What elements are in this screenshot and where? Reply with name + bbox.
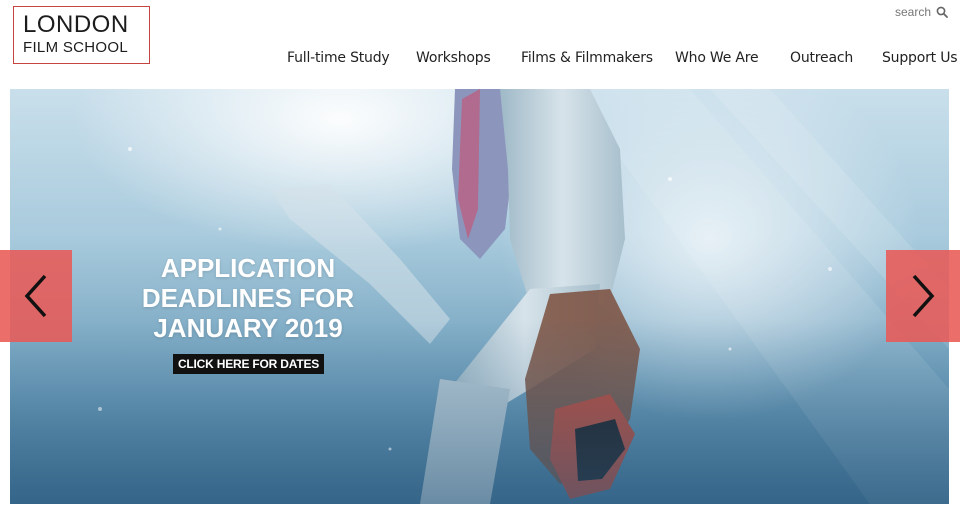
hero-headline: APPLICATION DEADLINES FOR JANUARY 2019	[141, 253, 355, 343]
chevron-left-icon	[24, 274, 47, 318]
nav-item-support-us[interactable]: Support Us	[882, 50, 958, 66]
slider-next-button[interactable]	[886, 250, 960, 342]
logo-line-1: LONDON	[23, 11, 129, 38]
slider-prev-button[interactable]	[0, 250, 72, 342]
search-label: search	[894, 5, 931, 19]
search-button[interactable]: search	[895, 5, 948, 19]
nav-item-outreach[interactable]: Outreach	[790, 50, 853, 66]
nav-item-workshops[interactable]: Workshops	[416, 50, 491, 66]
search-icon	[936, 6, 948, 18]
nav-item-full-time-study[interactable]: Full-time Study	[287, 50, 390, 66]
main-nav: Full-time Study Workshops Films & Filmma…	[0, 50, 960, 68]
chevron-right-icon	[912, 274, 935, 318]
nav-item-who-we-are[interactable]: Who We Are	[675, 50, 759, 66]
cta-button[interactable]: CLICK HERE FOR DATES	[173, 354, 324, 374]
nav-item-films-filmmakers[interactable]: Films & Filmmakers	[521, 50, 653, 66]
hero-slider[interactable]: APPLICATION DEADLINES FOR JANUARY 2019 C…	[10, 89, 949, 504]
